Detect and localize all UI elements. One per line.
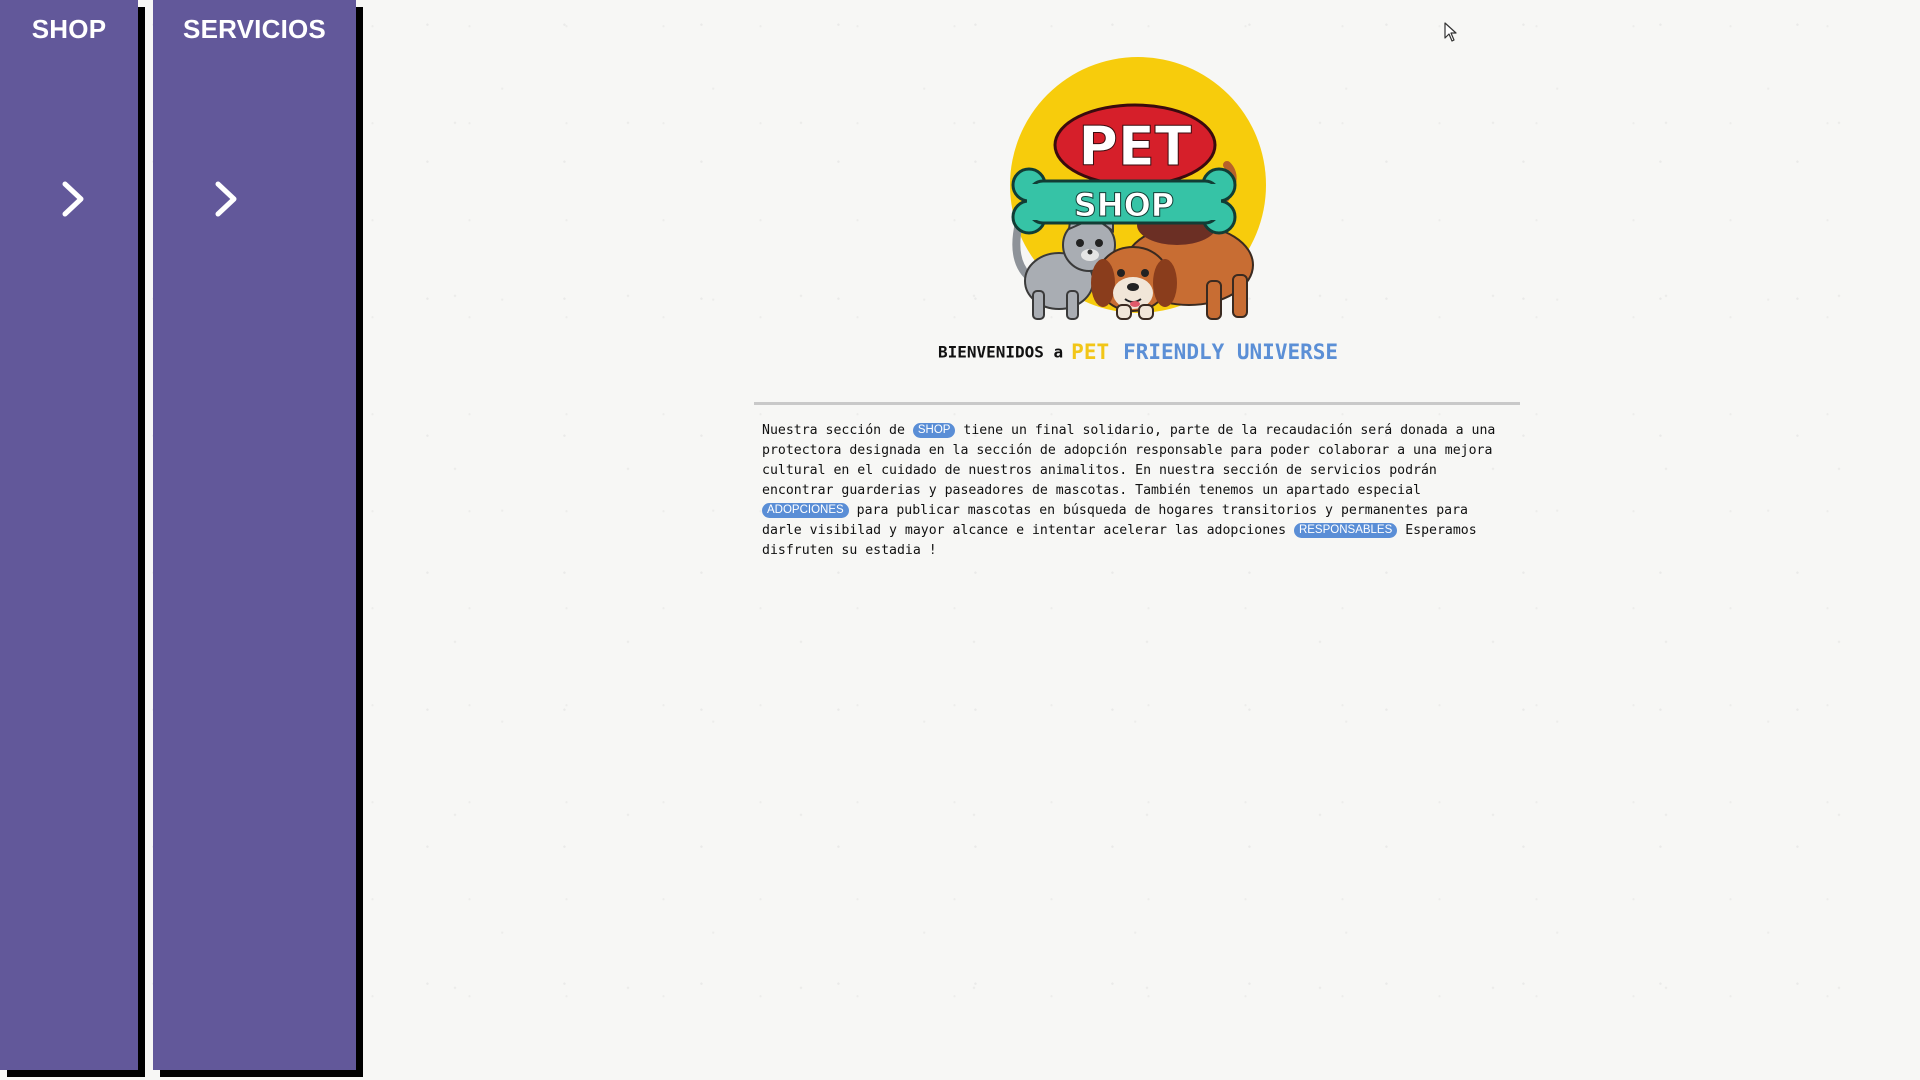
welcome-main-text: BIENVENIDOS a xyxy=(937,342,1064,362)
logo-shop-text: SHOP xyxy=(1074,186,1174,224)
chevron-right-icon[interactable] xyxy=(60,180,86,218)
shop-panel-title[interactable]: SHOP xyxy=(0,14,138,45)
shop-tag-link[interactable]: SHOP xyxy=(912,423,956,438)
intro-text-1: Nuestra sección de xyxy=(762,423,913,438)
responsables-tag-link[interactable]: RESPONSABLES xyxy=(1293,523,1398,538)
section-divider xyxy=(754,402,1520,405)
welcome-heading: BIENVENIDOS a PET FRIENDLY UNIVERSE xyxy=(754,340,1522,364)
intro-paragraph: Nuestra sección de SHOP tiene un final s… xyxy=(762,421,1514,561)
pet-shop-logo: PET SHOP xyxy=(1007,53,1269,323)
welcome-pet-text: PET xyxy=(1071,340,1110,364)
chevron-right-icon[interactable] xyxy=(213,180,239,218)
adopciones-tag-link[interactable]: ADOPCIONES xyxy=(762,503,849,518)
mouse-cursor-icon xyxy=(1444,22,1458,42)
servicios-panel[interactable]: SERVICIOS xyxy=(153,0,356,1070)
shop-panel[interactable]: SHOP xyxy=(0,0,138,1070)
logo-pet-text: PET xyxy=(1078,115,1191,178)
welcome-universe-text: FRIENDLY UNIVERSE xyxy=(1123,340,1339,364)
servicios-panel-title[interactable]: SERVICIOS xyxy=(153,14,356,45)
